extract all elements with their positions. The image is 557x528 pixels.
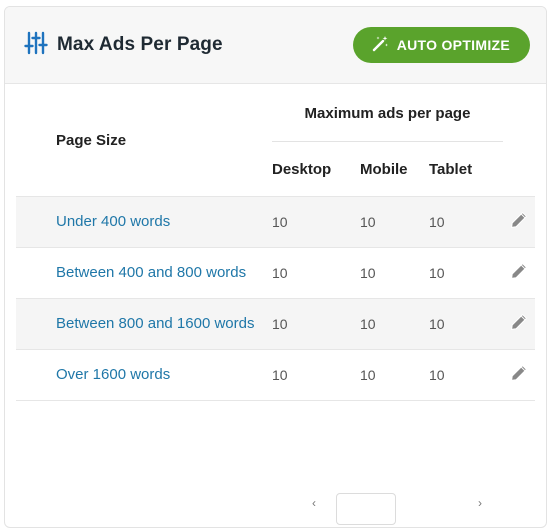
edit-button[interactable] xyxy=(503,248,535,299)
next-page-icon[interactable]: › xyxy=(478,496,482,510)
mobile-value: 10 xyxy=(360,316,376,332)
page-size-link[interactable]: Under 400 words xyxy=(16,213,170,230)
pencil-icon xyxy=(510,364,528,386)
title-wrap: Max Ads Per Page xyxy=(24,31,223,60)
auto-optimize-button[interactable]: AUTO OPTIMIZE xyxy=(352,27,530,63)
page-size-link[interactable]: Over 1600 words xyxy=(16,366,170,383)
card-header: Max Ads Per Page AUTO OPTIMIZE xyxy=(5,7,546,84)
page-title: Max Ads Per Page xyxy=(57,34,223,55)
pencil-icon xyxy=(510,211,528,233)
page-size-link[interactable]: Between 400 and 800 words xyxy=(16,264,246,281)
desktop-value: 10 xyxy=(272,214,288,230)
mobile-value: 10 xyxy=(360,265,376,281)
page-size-header: Page Size xyxy=(56,132,127,149)
pencil-icon xyxy=(510,313,528,335)
table-row: Over 1600 words 10 10 10 xyxy=(16,349,535,401)
auto-optimize-label: AUTO OPTIMIZE xyxy=(396,37,510,53)
edit-button[interactable] xyxy=(503,197,535,248)
magic-wand-icon xyxy=(372,35,389,55)
pagination-box[interactable] xyxy=(336,493,396,525)
max-ads-table: Page Size Maximum ads per page Desktop M… xyxy=(16,85,535,401)
tablet-value: 10 xyxy=(429,367,445,383)
tablet-value: 10 xyxy=(429,265,445,281)
desktop-header: Desktop xyxy=(272,160,332,178)
tablet-header: Tablet xyxy=(429,160,473,178)
desktop-value: 10 xyxy=(272,367,288,383)
sliders-icon xyxy=(24,31,48,60)
mobile-value: 10 xyxy=(360,367,376,383)
max-ads-card: Max Ads Per Page AUTO OPTIMIZE Page Size… xyxy=(4,6,547,528)
edit-button[interactable] xyxy=(503,299,535,350)
page-size-link[interactable]: Between 800 and 1600 words xyxy=(16,315,254,332)
desktop-value: 10 xyxy=(272,265,288,281)
table-row: Between 400 and 800 words 10 10 10 xyxy=(16,247,535,299)
edit-button[interactable] xyxy=(503,350,535,401)
table-row: Between 800 and 1600 words 10 10 10 xyxy=(16,298,535,350)
max-ads-group-header: Maximum ads per page xyxy=(272,85,503,142)
edit-column-header xyxy=(503,85,535,142)
desktop-value: 10 xyxy=(272,316,288,332)
mobile-value: 10 xyxy=(360,214,376,230)
pencil-icon xyxy=(510,262,528,284)
table-row: Under 400 words 10 10 10 xyxy=(16,196,535,248)
tablet-value: 10 xyxy=(429,214,445,230)
tablet-value: 10 xyxy=(429,316,445,332)
mobile-header: Mobile xyxy=(360,160,408,178)
prev-page-icon[interactable]: ‹ xyxy=(312,496,316,510)
